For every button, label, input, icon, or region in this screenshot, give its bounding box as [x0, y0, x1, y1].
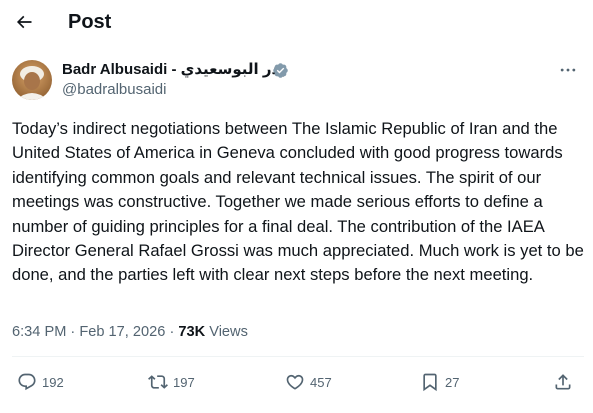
repost-icon	[148, 375, 168, 389]
tweet-time[interactable]: 6:34 PM	[12, 324, 66, 340]
repost-button[interactable]: 197	[148, 371, 195, 393]
divider	[12, 356, 584, 357]
tweet-meta: 6:34 PM · Feb 17, 2026 · 73K Views	[12, 322, 248, 342]
reply-button[interactable]: 192	[17, 371, 64, 393]
author-name[interactable]: Badr Albusaidi - بدر البوسعيدي	[62, 60, 286, 80]
meta-separator: ·	[70, 324, 76, 340]
more-icon	[560, 68, 576, 72]
views-count[interactable]: 73K	[178, 324, 205, 340]
views-label: Views	[209, 324, 248, 340]
meta-separator: ·	[169, 324, 175, 340]
share-button[interactable]	[553, 371, 573, 393]
page-title: Post	[68, 11, 112, 33]
share-icon	[555, 374, 571, 390]
top-bar: Post	[0, 0, 593, 44]
like-count: 457	[310, 374, 332, 390]
bookmark-icon	[423, 373, 437, 392]
tweet-date[interactable]: Feb 17, 2026	[79, 324, 165, 340]
bookmark-button[interactable]: 27	[420, 371, 459, 393]
back-button[interactable]	[8, 6, 40, 38]
repost-count: 197	[173, 374, 195, 390]
bookmark-count: 27	[445, 374, 460, 390]
like-icon	[286, 374, 304, 390]
more-options-button[interactable]	[554, 60, 582, 80]
reply-icon	[18, 373, 36, 391]
like-button[interactable]: 457	[285, 371, 332, 393]
avatar-image	[12, 60, 52, 100]
reply-count: 192	[42, 374, 64, 390]
back-arrow-icon	[16, 15, 32, 29]
avatar[interactable]	[12, 60, 52, 100]
tweet-text: Today’s indirect negotiations between Th…	[12, 119, 584, 285]
verified-badge-icon	[273, 63, 288, 78]
author-handle[interactable]: @badralbusaidi	[62, 80, 166, 100]
